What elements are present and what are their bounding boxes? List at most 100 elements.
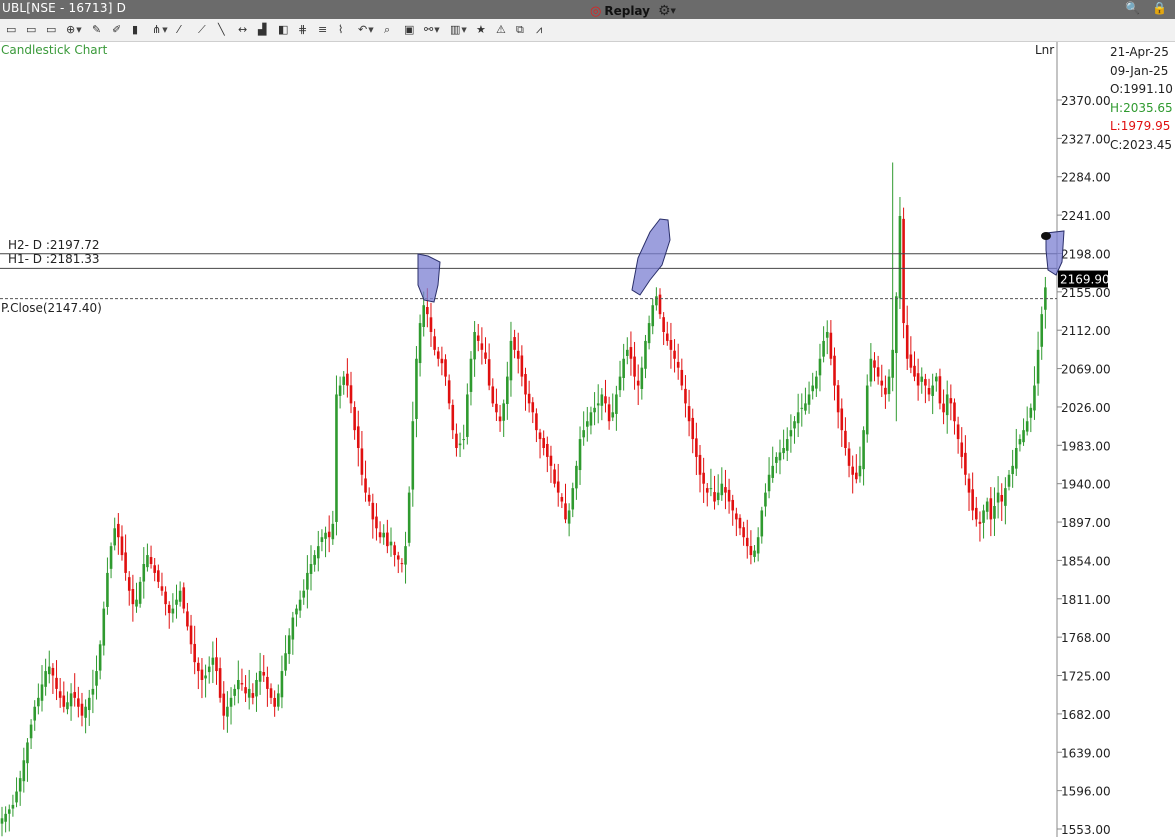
candle-body (825, 331, 829, 338)
candle-body (727, 489, 731, 502)
candle-body (895, 296, 898, 354)
candle-body (767, 474, 771, 492)
candle-body (124, 552, 127, 573)
candle-body (207, 666, 211, 673)
candle-body (1040, 314, 1044, 347)
candle-body (764, 492, 767, 507)
candle-body (884, 387, 887, 395)
candle-body (22, 760, 26, 782)
y-tick-label: 1811.00 (1061, 593, 1111, 607)
candle-body (1029, 407, 1033, 418)
candle-body (982, 510, 985, 523)
candle-body (680, 369, 684, 386)
last-price-label: 2169.90 (1060, 273, 1110, 287)
candle-body (327, 531, 331, 538)
candle-body (909, 354, 913, 368)
candle-body (47, 666, 51, 675)
candle-body (98, 644, 102, 671)
candle-body (262, 671, 266, 676)
candle-body (186, 611, 189, 627)
candle-body (956, 424, 960, 440)
candle-body (80, 703, 84, 716)
candle-body (880, 380, 884, 386)
y-tick-label: 2284.00 (1061, 171, 1111, 185)
ohlc-low: L:1979.95 (1110, 119, 1171, 133)
y-tick-label: 1682.00 (1061, 708, 1111, 722)
candle-body (157, 570, 160, 582)
candle-body (342, 376, 346, 385)
h2-level-label: H2- D :2197.72 (8, 237, 100, 252)
candle-body (1000, 495, 1004, 502)
candle-body (1033, 385, 1036, 411)
candle-body (796, 412, 800, 424)
candle-body (724, 487, 727, 493)
candle-body (567, 510, 571, 524)
candle-body (1022, 430, 1025, 443)
y-tick-label: 1897.00 (1061, 516, 1111, 530)
candle-body (433, 336, 436, 350)
candle-body (560, 496, 564, 502)
candle-body (418, 323, 422, 364)
candle-body (95, 671, 98, 686)
highlight-marker (631, 218, 671, 296)
scale-mode-label[interactable]: Lnr (1035, 43, 1054, 57)
y-tick-label: 1768.00 (1061, 631, 1111, 645)
candle-body (284, 653, 287, 671)
candle-body (847, 448, 851, 466)
candle-body (506, 376, 509, 405)
candle-body (589, 412, 593, 426)
candle-body (0, 818, 4, 824)
candle-body (865, 385, 869, 435)
candle-body (815, 376, 818, 389)
candle-body (182, 587, 186, 609)
candle-body (898, 215, 902, 299)
candle-body (335, 394, 338, 522)
candle-body (287, 635, 291, 655)
candle-body (466, 394, 469, 437)
candle-body (84, 706, 87, 718)
candlestick-chart[interactable]: 2370.00 2327.00 2284.00 2241.00 2198.00 2155.… (0, 0, 1175, 837)
candle-body (324, 532, 327, 539)
candle-body (698, 454, 702, 475)
y-tick-label: 2198.00 (1061, 247, 1111, 261)
candle-body (596, 403, 600, 406)
candle-body (237, 679, 240, 690)
candle-body (375, 516, 378, 529)
candle-body (455, 433, 458, 448)
candle-body (546, 443, 549, 457)
candle-body (149, 557, 153, 564)
candle-body (633, 356, 636, 377)
y-tick-label: 1983.00 (1061, 439, 1111, 453)
candle-body (538, 432, 542, 440)
candle-body (833, 355, 836, 386)
candle-body (1011, 465, 1014, 475)
candle-body (978, 521, 982, 524)
candle-body (553, 469, 556, 484)
candle-body (902, 218, 905, 324)
candle-body (233, 688, 236, 696)
candle-body (702, 472, 705, 484)
candle-body (295, 608, 298, 615)
candle-body (625, 349, 629, 356)
candle-body (291, 617, 295, 640)
candle-body (389, 541, 393, 546)
candle-body (364, 478, 367, 493)
candle-body (491, 386, 495, 404)
candle-body (502, 403, 505, 421)
candle-body (40, 684, 44, 701)
candle-body (738, 517, 742, 529)
candle-body (873, 360, 876, 368)
candle-body (33, 706, 37, 721)
candle-body (924, 379, 927, 386)
candle-body (226, 706, 229, 717)
candle-body (735, 513, 738, 520)
candle-body (989, 498, 993, 520)
candle-body (411, 421, 415, 490)
candle-body (309, 563, 313, 574)
candle-body (62, 695, 66, 707)
chart-type-label: Candlestick Chart (1, 43, 108, 57)
candle-body (858, 465, 862, 477)
candle-body (782, 447, 785, 454)
candle-body (564, 503, 567, 520)
candle-body (247, 688, 251, 698)
